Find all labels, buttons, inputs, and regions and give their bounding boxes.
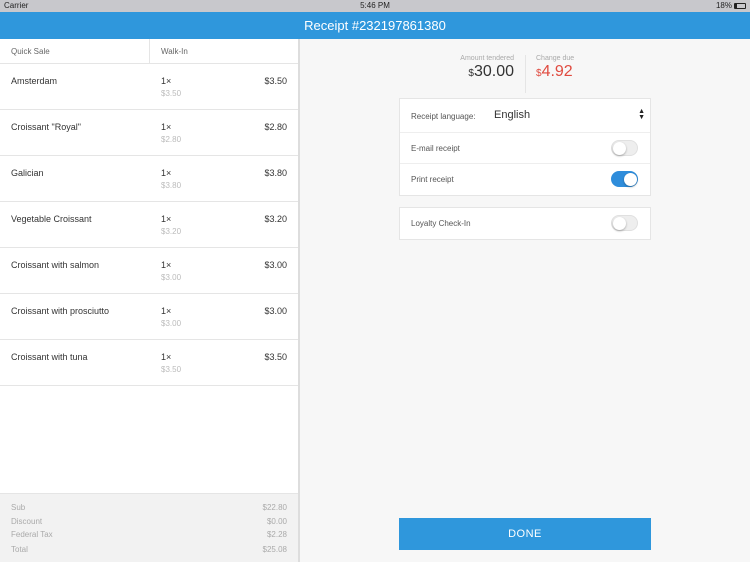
order-panel: Quick Sale Walk-In Amsterdam 1× $3.50 $3.50… bbox=[0, 39, 300, 562]
list-item[interactable]: Galician 1× $3.80 $3.80 bbox=[0, 156, 298, 202]
item-qty: 1× bbox=[161, 76, 172, 86]
item-unit-price: $2.80 bbox=[161, 135, 182, 144]
total-value: $2.28 bbox=[266, 530, 287, 539]
change-due: Change due $4.92 bbox=[536, 55, 575, 80]
item-name: Croissant with prosciutto bbox=[11, 306, 110, 316]
clock: 5:46 PM bbox=[360, 1, 390, 10]
print-receipt-row: Print receipt bbox=[400, 164, 650, 195]
total-label: Discount bbox=[11, 516, 43, 526]
list-item[interactable]: Vegetable Croissant 1× $3.20 $3.20 bbox=[0, 202, 298, 248]
loyalty-toggle[interactable] bbox=[611, 215, 638, 231]
email-receipt-row: E-mail receipt bbox=[400, 133, 650, 164]
item-unit-price: $3.00 bbox=[161, 319, 182, 328]
item-qty: 1× bbox=[161, 214, 172, 224]
item-unit-price: $3.50 bbox=[161, 365, 182, 374]
item-qty: 1× bbox=[161, 122, 172, 132]
item-qty: 1× bbox=[161, 306, 172, 316]
print-receipt-toggle[interactable] bbox=[611, 171, 638, 187]
item-name: Croissant with tuna bbox=[11, 352, 88, 362]
total-row: Discount $0.00 bbox=[11, 517, 287, 531]
loyalty-card: Loyalty Check-In bbox=[399, 207, 651, 240]
totals: Sub $22.80 Discount $0.00 Federal Tax $2.28 To… bbox=[0, 493, 298, 562]
customer-name[interactable]: Walk-In bbox=[150, 39, 188, 63]
item-name: Croissant "Royal" bbox=[11, 122, 81, 132]
item-price: $3.00 bbox=[264, 260, 287, 270]
item-name: Croissant with salmon bbox=[11, 260, 100, 270]
total-row: Total $25.08 bbox=[11, 545, 287, 559]
total-value: $0.00 bbox=[266, 516, 287, 526]
divider bbox=[525, 55, 526, 93]
list-item[interactable]: Croissant with salmon 1× $3.00 $3.00 bbox=[0, 248, 298, 294]
done-button[interactable]: DONE bbox=[399, 518, 651, 550]
language-select[interactable]: Receipt language: English ▲ ▼ bbox=[400, 99, 650, 133]
status-bar: Carrier 5:46 PM 18% bbox=[0, 0, 750, 12]
total-row: Federal Tax $2.28 bbox=[11, 530, 287, 544]
battery-percent: 18% bbox=[715, 1, 732, 10]
language-value[interactable]: English bbox=[494, 109, 530, 121]
total-label: Federal Tax bbox=[11, 530, 53, 539]
total-row: Sub $22.80 bbox=[11, 503, 287, 517]
item-price: $3.80 bbox=[264, 168, 287, 178]
payment-summary: Amount tendered $30.00 Change due $4.92 bbox=[400, 55, 650, 93]
email-receipt-toggle[interactable] bbox=[611, 140, 638, 156]
item-unit-price: $3.20 bbox=[161, 227, 182, 236]
select-arrows-icon: ▲ ▼ bbox=[638, 108, 645, 121]
total-label: Sub bbox=[11, 503, 26, 512]
item-name: Galician bbox=[11, 168, 44, 178]
list-item[interactable]: Croissant with prosciutto 1× $3.00 $3.00 bbox=[0, 294, 298, 340]
total-value: $25.08 bbox=[262, 544, 287, 554]
total-label: Total bbox=[11, 544, 28, 554]
battery-icon bbox=[734, 2, 746, 9]
item-qty: 1× bbox=[161, 260, 172, 270]
item-price: $2.80 bbox=[264, 122, 287, 132]
item-price: $3.20 bbox=[264, 214, 287, 224]
item-price: $3.50 bbox=[264, 352, 287, 362]
list-item[interactable]: Amsterdam 1× $3.50 $3.50 bbox=[0, 64, 298, 110]
item-unit-price: $3.80 bbox=[161, 181, 182, 190]
list-item[interactable]: Croissant "Royal" 1× $2.80 $2.80 bbox=[0, 110, 298, 156]
item-qty: 1× bbox=[161, 352, 172, 362]
item-name: Amsterdam bbox=[11, 76, 58, 86]
item-price: $3.00 bbox=[264, 306, 287, 316]
item-name: Vegetable Croissant bbox=[11, 214, 92, 224]
customer-type[interactable]: Quick Sale bbox=[0, 39, 150, 63]
loyalty-row: Loyalty Check-In bbox=[400, 208, 650, 239]
item-unit-price: $3.00 bbox=[161, 273, 182, 282]
receipt-options: Receipt language: English ▲ ▼ E-mail rece… bbox=[399, 98, 651, 196]
total-value: $22.80 bbox=[262, 503, 287, 512]
list-item[interactable]: Croissant with tuna 1× $3.50 $3.50 bbox=[0, 340, 298, 386]
item-qty: 1× bbox=[161, 168, 172, 178]
amount-tendered: Amount tendered $30.00 bbox=[460, 55, 514, 80]
item-unit-price: $3.50 bbox=[161, 89, 182, 98]
item-price: $3.50 bbox=[264, 76, 287, 86]
page-title: Receipt #232197861380 bbox=[0, 12, 750, 39]
